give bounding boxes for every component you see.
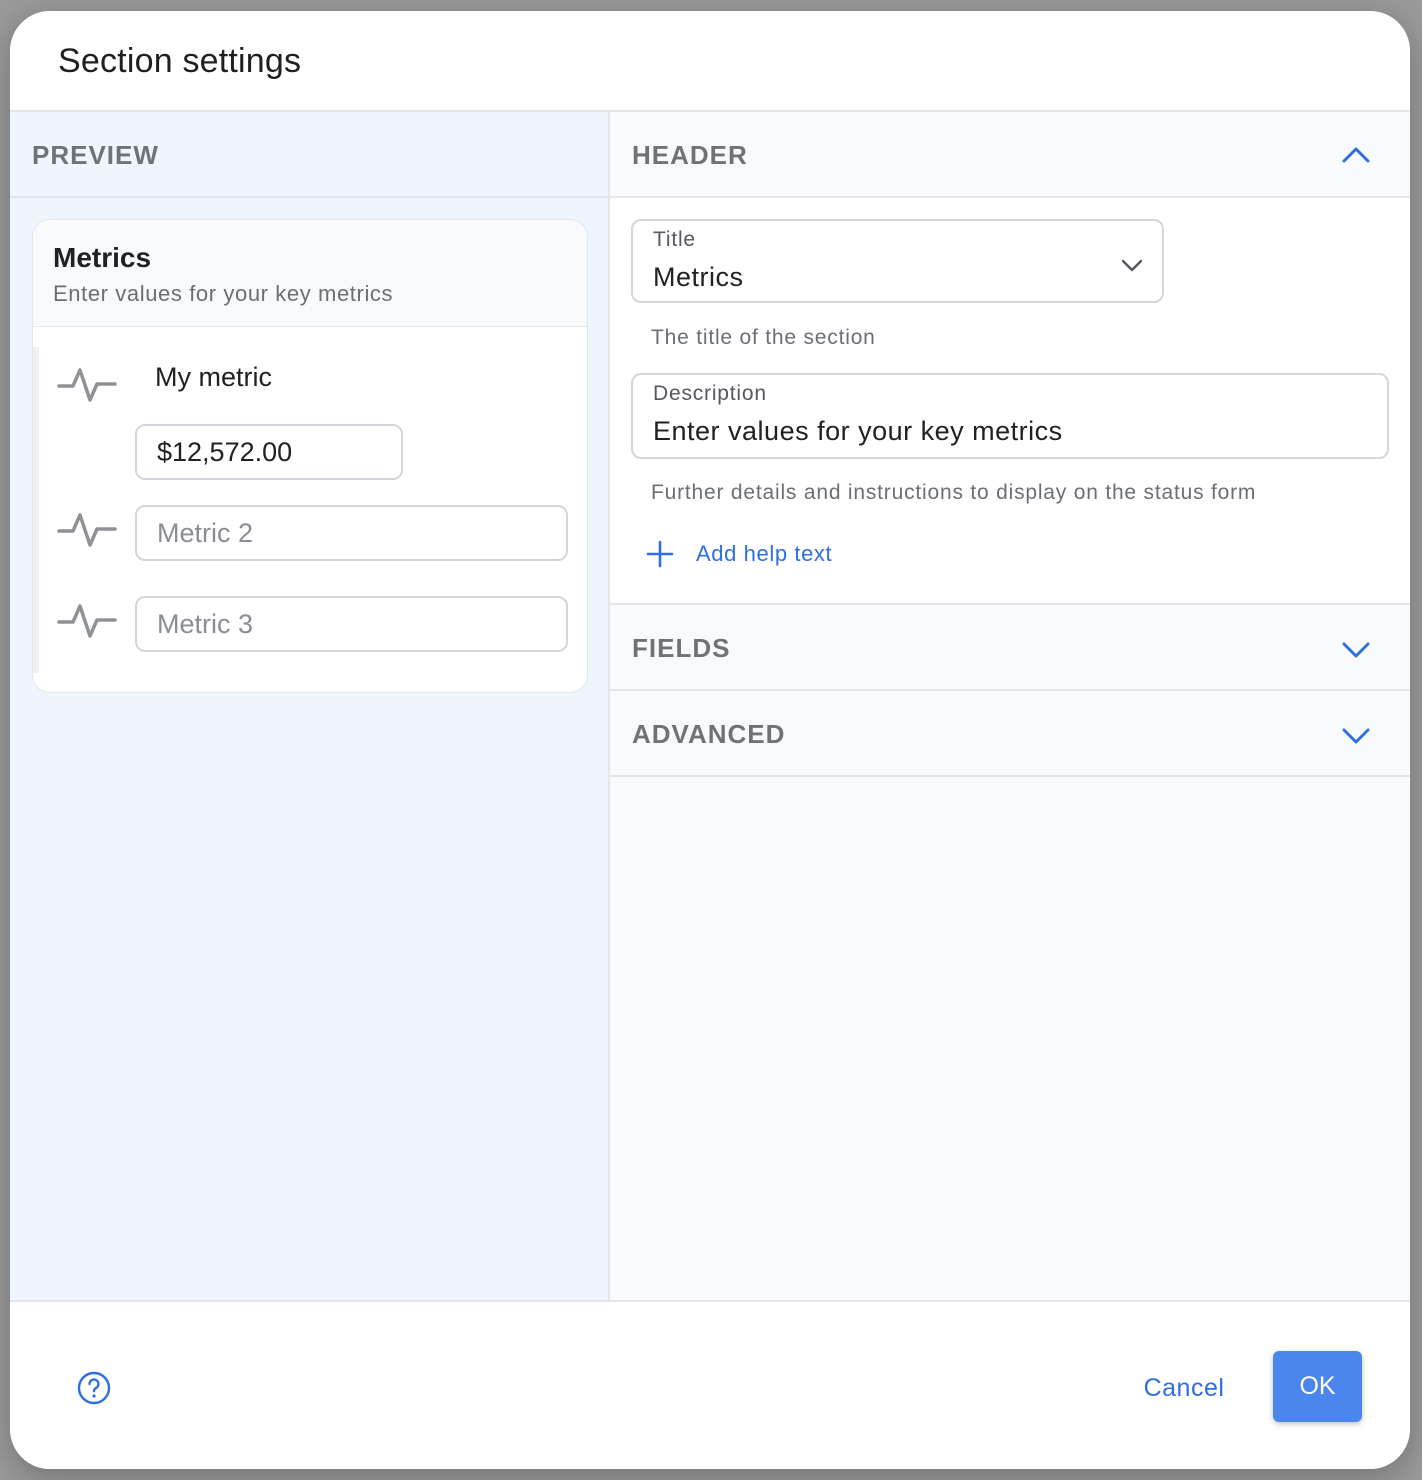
chevron-up-icon[interactable] [1340,140,1372,172]
description-field-value: Enter values for your key metrics [653,416,1063,446]
chevron-down-icon[interactable] [1340,719,1372,751]
title-field-value: Metrics [653,262,744,292]
add-help-text-button[interactable]: Add help text [646,540,832,568]
metric-label: My metric [155,362,272,392]
fields-section-label: FIELDS [632,633,731,663]
add-help-text-label: Add help text [696,541,833,566]
activity-icon [57,368,117,402]
title-field[interactable]: Title Metrics [631,219,1164,303]
advanced-accordion-toggle[interactable]: ADVANCED [610,691,1410,777]
fields-accordion-toggle[interactable]: FIELDS [610,605,1410,691]
description-field[interactable]: Description Enter values for your key me… [631,373,1389,459]
preview-card-header: Metrics Enter values for your key metric… [33,220,587,327]
card-rail [33,347,39,673]
header-section-body: Title Metrics The title of the section D… [610,198,1410,605]
header-section-label: HEADER [632,140,748,170]
activity-icon [57,604,117,638]
preview-header: PREVIEW [10,112,608,198]
title-helper-text: The title of the section [651,326,876,349]
description-field-label: Description [653,382,767,405]
activity-icon [57,513,117,547]
section-settings-dialog: Section settings PREVIEW Metrics Enter v… [10,11,1410,1469]
chevron-down-icon[interactable] [1120,253,1144,277]
preview-panel: PREVIEW Metrics Enter values for your ke… [10,112,610,1300]
metric-1-input[interactable] [135,424,403,480]
advanced-section-label: ADVANCED [632,719,786,749]
preview-card: Metrics Enter values for your key metric… [32,219,588,693]
metric-3-input[interactable] [135,596,568,652]
settings-empty-area [610,777,1410,1300]
metric-2-input[interactable] [135,505,568,561]
help-circle-icon[interactable] [76,1370,112,1406]
header-accordion-toggle[interactable]: HEADER [610,112,1410,198]
cancel-button[interactable]: Cancel [1128,1365,1240,1411]
dialog-title: Section settings [58,42,302,80]
title-field-label: Title [653,228,696,251]
description-helper-text: Further details and instructions to disp… [651,481,1257,504]
preview-card-description: Enter values for your key metrics [53,281,394,306]
dialog-footer: Cancel OK [10,1300,1410,1469]
preview-label: PREVIEW [32,140,159,170]
dialog-header: Section settings [10,11,1410,112]
ok-button[interactable]: OK [1273,1351,1362,1422]
preview-card-title: Metrics [53,242,152,273]
settings-panel: HEADER Title Metrics The title of the se… [610,112,1410,1300]
chevron-down-icon[interactable] [1340,633,1372,665]
plus-icon [646,540,674,568]
preview-card-body: My metric [33,327,587,692]
